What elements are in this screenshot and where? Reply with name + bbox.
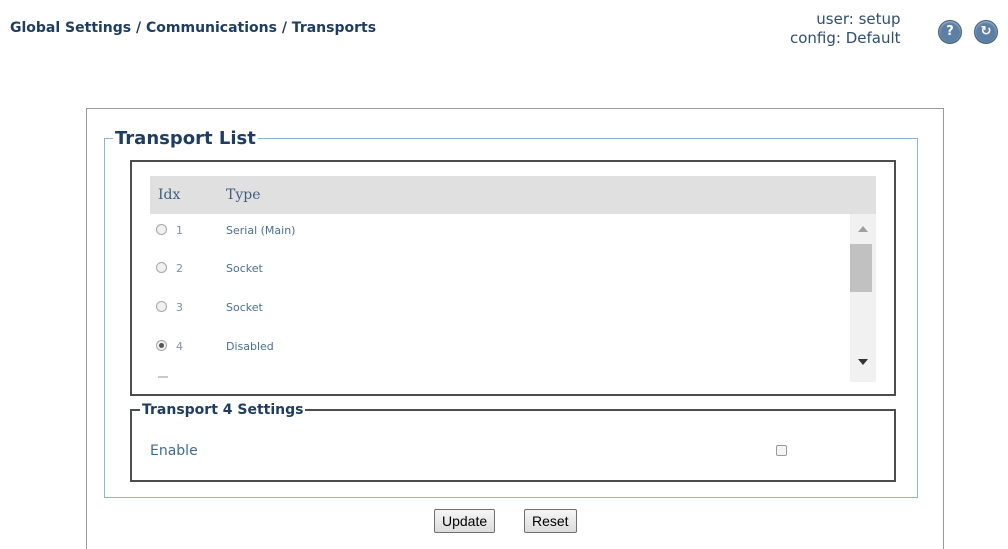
table-row[interactable]: 3 Socket: [150, 291, 850, 329]
enable-label: Enable: [150, 443, 198, 459]
list-header: Idx Type: [150, 176, 876, 214]
transport-settings-fieldset: Transport 4 Settings: [130, 402, 896, 482]
row-type: Serial (Main): [226, 224, 296, 237]
table-row[interactable]: 2 Socket: [150, 252, 850, 290]
row-idx: 4: [176, 340, 183, 353]
reset-button[interactable]: Reset: [524, 509, 577, 533]
update-button[interactable]: Update: [434, 509, 496, 533]
transport-list-legend: Transport List: [115, 128, 256, 149]
user-label: user: setup: [816, 10, 901, 28]
scroll-up-arrow-icon[interactable]: [858, 226, 868, 232]
row-radio[interactable]: [156, 262, 167, 273]
row-type: Socket: [226, 262, 263, 275]
transport-settings-legend: Transport 4 Settings: [142, 402, 304, 418]
help-icon[interactable]: ?: [938, 20, 962, 44]
table-row[interactable]: 1 Serial (Main): [150, 214, 850, 252]
user-info: user: setup config: Default: [790, 10, 901, 48]
column-header-type: Type: [226, 187, 261, 203]
row-type: Socket: [226, 301, 263, 314]
row-radio[interactable]: [156, 340, 167, 351]
column-header-idx: Idx: [158, 187, 181, 203]
refresh-icon[interactable]: ↻: [974, 20, 998, 44]
transport-list-viewport: Idx Type 1 Serial (Main) 2 Socket 3 Sock…: [150, 176, 876, 382]
enable-checkbox[interactable]: [776, 445, 787, 456]
row-type: Disabled: [226, 340, 274, 353]
scroll-thumb[interactable]: [850, 244, 872, 292]
row-radio[interactable]: [156, 224, 167, 235]
list-scrollbar[interactable]: [850, 214, 876, 382]
row-idx: 2: [176, 262, 183, 275]
row-radio[interactable]: [156, 301, 167, 312]
config-label: config: Default: [790, 29, 901, 47]
partial-row-indicator: [158, 376, 168, 378]
scroll-down-arrow-icon[interactable]: [858, 359, 868, 365]
table-row[interactable]: 4 Disabled: [150, 330, 850, 368]
transport-list-box: Idx Type 1 Serial (Main) 2 Socket 3 Sock…: [130, 160, 896, 396]
row-idx: 1: [176, 224, 183, 237]
breadcrumb: Global Settings / Communications / Trans…: [10, 20, 377, 36]
row-idx: 3: [176, 301, 183, 314]
